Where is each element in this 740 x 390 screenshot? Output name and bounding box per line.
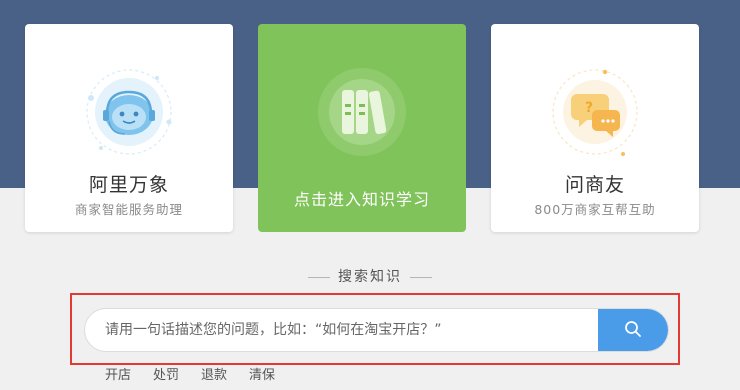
hot-tag[interactable]: 退款 bbox=[201, 364, 227, 384]
search-label-text: 搜索知识 bbox=[338, 269, 402, 285]
search-section-label: 搜索知识 bbox=[0, 266, 740, 286]
card-title: 点击进入知识学习 bbox=[293, 190, 430, 209]
search-button[interactable] bbox=[598, 309, 668, 351]
card-ali-wanxiang[interactable]: 阿里万象 商家智能服务助理 bbox=[25, 24, 233, 232]
card-subtitle: 商家智能服务助理 bbox=[74, 202, 183, 217]
card-knowledge-learning[interactable]: 点击进入知识学习 bbox=[258, 24, 466, 232]
books-icon bbox=[310, 60, 414, 164]
hot-tags: 开店 处罚 退款 清保 bbox=[105, 364, 275, 384]
search-icon bbox=[624, 320, 642, 341]
card-ask-merchants[interactable]: ? 问商友 800万商家互帮互助 bbox=[491, 24, 699, 232]
hot-tag[interactable]: 清保 bbox=[249, 364, 275, 384]
divider-right bbox=[410, 276, 432, 278]
chat-bubbles-icon: ? bbox=[543, 60, 647, 164]
hot-tag[interactable]: 开店 bbox=[105, 364, 131, 384]
search-input[interactable] bbox=[85, 309, 599, 351]
card-title: 问商友 bbox=[564, 174, 625, 196]
svg-text:?: ? bbox=[585, 100, 593, 116]
card-subtitle: 800万商家互帮互助 bbox=[534, 202, 656, 217]
search-bar bbox=[84, 308, 669, 352]
divider-left bbox=[308, 276, 330, 278]
robot-headset-icon bbox=[77, 60, 181, 164]
hot-tag[interactable]: 处罚 bbox=[153, 364, 179, 384]
card-title: 阿里万象 bbox=[88, 174, 169, 196]
